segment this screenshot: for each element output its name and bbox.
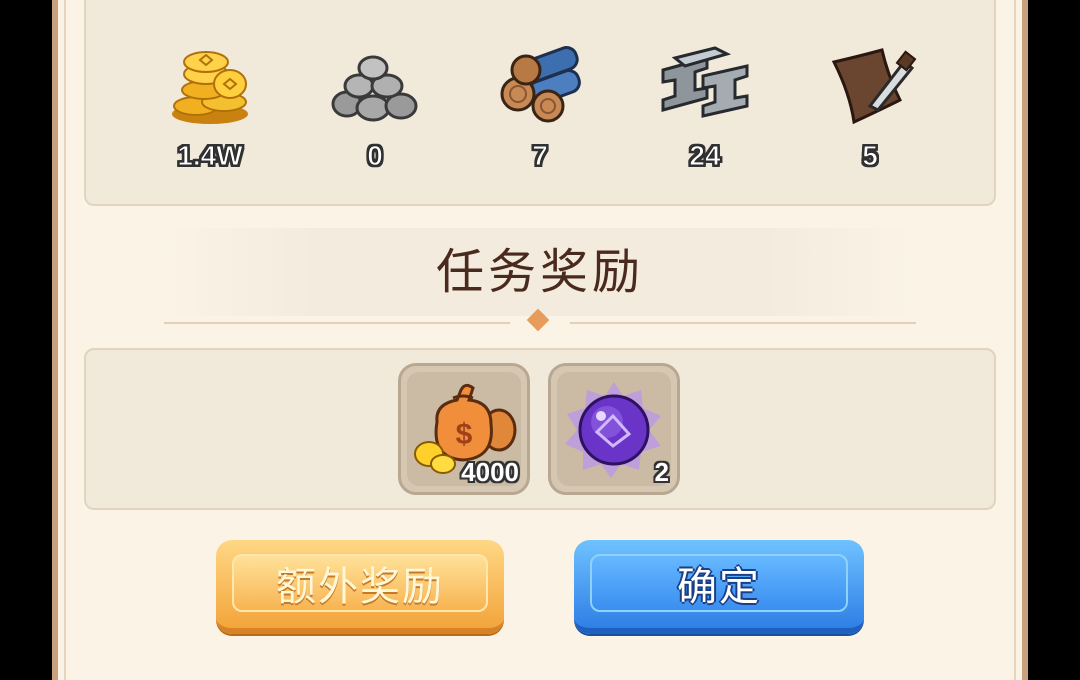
reward-count: 4000 <box>461 457 519 487</box>
reward-item-orb[interactable]: 2 <box>548 363 680 495</box>
section-title: 任务奖励 <box>435 244 644 300</box>
extra-reward-label: 额外奖励 <box>232 554 488 612</box>
resource-value: 1.4W <box>177 140 243 172</box>
reward-list <box>84 348 996 510</box>
resource-iron: 24 <box>645 40 765 172</box>
wood-icon <box>500 46 581 123</box>
section-header: 任务奖励 <box>164 228 916 316</box>
resource-value: 0 <box>367 140 384 172</box>
leather-icon <box>831 48 917 125</box>
reward-count: 2 <box>654 457 669 487</box>
confirm-button[interactable]: 确定 <box>574 540 864 634</box>
resource-wood: 7 <box>480 40 600 172</box>
svg-text:$: $ <box>456 418 473 451</box>
reward-item-money[interactable]: $ 4000 <box>398 363 530 495</box>
divider-right <box>570 322 916 324</box>
iron-icon <box>661 46 749 118</box>
resource-stone: 0 <box>315 40 435 172</box>
resource-value: 5 <box>862 140 879 172</box>
stone-icon <box>331 55 418 122</box>
extra-reward-button[interactable]: 额外奖励 <box>216 540 504 634</box>
confirm-label: 确定 <box>590 554 848 612</box>
resource-value: 24 <box>689 140 721 172</box>
coins-icon <box>172 51 248 124</box>
resource-value: 7 <box>532 140 549 172</box>
divider-left <box>164 322 510 324</box>
resource-coins: 1.4W <box>150 40 270 172</box>
resource-leather: 5 <box>810 40 930 172</box>
